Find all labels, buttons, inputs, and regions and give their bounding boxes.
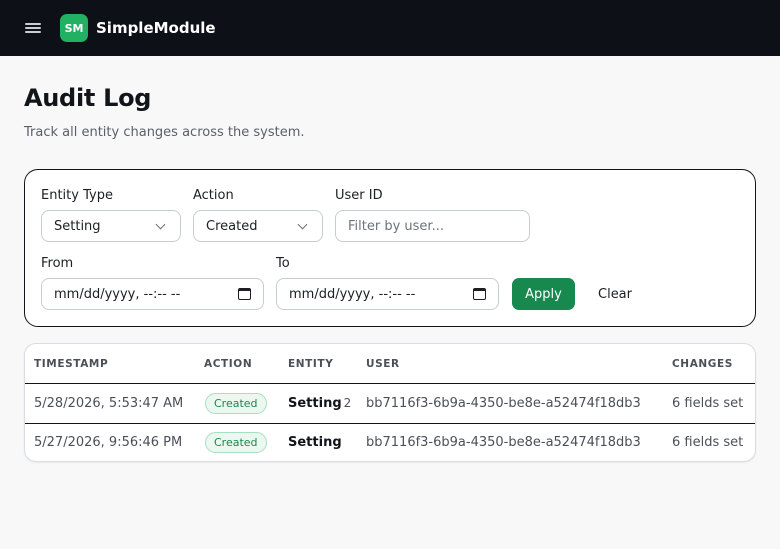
entity-cell: Setting <box>288 435 344 450</box>
action-label: Action <box>193 188 234 203</box>
chevron-down-icon <box>155 219 166 229</box>
to-label: To <box>276 256 290 271</box>
changes-cell: 6 fields set <box>672 396 744 411</box>
from-value: mm/dd/yyyy, --:-- -- <box>54 286 181 302</box>
calendar-icon[interactable] <box>473 288 486 300</box>
column-header-user[interactable]: USER <box>366 358 400 370</box>
page-title: Audit Log <box>24 84 152 112</box>
entity-type-value: Setting <box>54 218 101 234</box>
column-header-entity[interactable]: ENTITY <box>288 358 333 370</box>
action-select[interactable]: Created <box>193 210 323 242</box>
column-header-changes[interactable]: CHANGES <box>672 358 733 370</box>
entity-version: 2 <box>343 396 352 410</box>
timestamp-cell: 5/28/2026, 5:53:47 AM <box>34 396 184 411</box>
table-row[interactable]: 5/28/2026, 5:53:47 AM Created Setting 2 b… <box>25 385 755 424</box>
page-subtitle: Track all entity changes across the syst… <box>24 125 305 140</box>
user-id-input[interactable]: Filter by user... <box>335 210 530 242</box>
app-logo[interactable]: SM <box>60 14 88 42</box>
app-name[interactable]: SimpleModule <box>96 19 216 37</box>
calendar-icon[interactable] <box>238 288 251 300</box>
hamburger-menu-icon[interactable] <box>25 22 41 34</box>
table-row[interactable]: 5/27/2026, 9:56:46 PM Created Setting bb… <box>25 424 755 461</box>
timestamp-cell: 5/27/2026, 9:56:46 PM <box>34 435 183 450</box>
status-badge: Created <box>205 393 267 414</box>
entity-name: Setting <box>288 396 342 411</box>
from-datetime-input[interactable]: mm/dd/yyyy, --:-- -- <box>41 278 264 310</box>
apply-button[interactable]: Apply <box>512 278 575 310</box>
audit-table: TIMESTAMP ACTION ENTITY USER CHANGES 5/2… <box>24 343 756 462</box>
to-value: mm/dd/yyyy, --:-- -- <box>289 286 416 302</box>
user-id-placeholder: Filter by user... <box>348 218 444 234</box>
to-datetime-input[interactable]: mm/dd/yyyy, --:-- -- <box>276 278 499 310</box>
status-badge: Created <box>205 432 267 453</box>
user-cell: bb7116f3-6b9a-4350-be8e-a52474f18db3 <box>366 396 641 411</box>
entity-type-label: Entity Type <box>41 188 113 203</box>
entity-cell: Setting 2 <box>288 396 351 411</box>
column-header-action[interactable]: ACTION <box>204 358 252 370</box>
entity-type-select[interactable]: Setting <box>41 210 181 242</box>
action-value: Created <box>206 218 258 234</box>
changes-cell: 6 fields set <box>672 435 744 450</box>
table-header: TIMESTAMP ACTION ENTITY USER CHANGES <box>25 344 755 384</box>
clear-button[interactable]: Clear <box>585 278 645 310</box>
filter-panel: Entity Type Setting Action Created User … <box>24 169 756 327</box>
chevron-down-icon <box>297 219 308 229</box>
user-id-label: User ID <box>335 188 383 203</box>
user-cell: bb7116f3-6b9a-4350-be8e-a52474f18db3 <box>366 435 641 450</box>
top-navbar: SM SimpleModule <box>0 0 780 56</box>
column-header-timestamp[interactable]: TIMESTAMP <box>34 358 108 370</box>
from-label: From <box>41 256 74 271</box>
entity-name: Setting <box>288 435 342 450</box>
